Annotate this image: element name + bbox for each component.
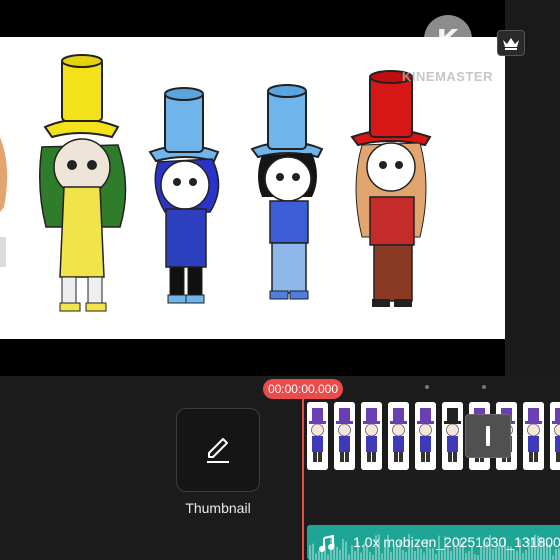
waveform-bar xyxy=(429,548,431,560)
waveform-bar xyxy=(525,550,527,560)
thumbnail-button[interactable] xyxy=(176,408,260,492)
waveform-bar xyxy=(402,549,404,560)
waveform-bar xyxy=(474,554,476,560)
waveform-bar xyxy=(309,545,311,560)
waveform-bar xyxy=(423,552,425,560)
music-note-icon xyxy=(319,535,334,552)
waveform-bar xyxy=(342,538,344,560)
waveform-bar xyxy=(348,554,350,560)
video-clip-track[interactable] xyxy=(307,402,560,470)
timecode-badge: 00:00:00.000 xyxy=(263,379,343,399)
clip-frame-thumbnail xyxy=(334,402,355,470)
waveform-bar xyxy=(315,553,317,560)
clip-frame-thumbnail xyxy=(550,402,560,470)
waveform-bar xyxy=(354,550,356,560)
audio-clip[interactable]: 1.0x mobizen_20251030_131800 xyxy=(307,525,560,560)
right-panel xyxy=(505,0,560,376)
waveform-bar xyxy=(513,550,515,560)
clip-frame-thumbnail xyxy=(361,402,382,470)
audio-clip-label: 1.0x mobizen_20251030_131800 xyxy=(353,534,560,550)
waveform-bar xyxy=(468,551,470,560)
clip-frame-thumbnail xyxy=(388,402,409,470)
waveform-bar xyxy=(345,541,347,560)
waveform-bar xyxy=(420,548,422,560)
waveform-bar xyxy=(372,554,374,560)
clip-frame-thumbnail xyxy=(523,402,544,470)
crown-icon xyxy=(503,38,519,50)
waveform-bar xyxy=(450,550,452,560)
waveform-bar xyxy=(336,546,338,560)
waveform-bar xyxy=(522,553,524,560)
waveform-bar xyxy=(327,554,329,560)
waveform-bar xyxy=(516,550,518,560)
timeline-marker-dot xyxy=(482,385,486,389)
clip-frame-thumbnail xyxy=(415,402,436,470)
waveform-bar xyxy=(390,551,392,560)
waveform-bar xyxy=(465,553,467,560)
premium-crown-button[interactable] xyxy=(497,30,525,56)
playhead[interactable] xyxy=(302,399,304,560)
kinemaster-logo-icon: K xyxy=(423,15,472,63)
thumbnail-label: Thumbnail xyxy=(185,500,251,516)
waveform-bar xyxy=(492,548,494,560)
waveform-bar xyxy=(312,543,314,560)
waveform-bar xyxy=(441,550,443,560)
waveform-bar xyxy=(360,552,362,560)
clip-trim-handle[interactable] xyxy=(465,414,511,458)
waveform-bar xyxy=(369,552,371,560)
waveform-bar xyxy=(435,554,437,560)
waveform-bar xyxy=(432,548,434,560)
clip-frame-thumbnail xyxy=(442,402,463,470)
waveform-bar xyxy=(405,552,407,560)
waveform-bar xyxy=(552,555,554,560)
watermark-text: KINEMASTER xyxy=(402,69,493,84)
waveform-bar xyxy=(414,550,416,560)
kinemaster-watermark: K KINEMASTER xyxy=(400,15,495,95)
pencil-icon xyxy=(207,438,229,463)
waveform-bar xyxy=(477,554,479,560)
waveform-bar xyxy=(555,548,557,560)
handle-grip xyxy=(486,426,490,446)
timeline-marker-dot xyxy=(425,385,429,389)
waveform-bar xyxy=(381,553,383,560)
waveform-bar xyxy=(339,549,341,560)
clip-frame-thumbnail xyxy=(307,402,328,470)
